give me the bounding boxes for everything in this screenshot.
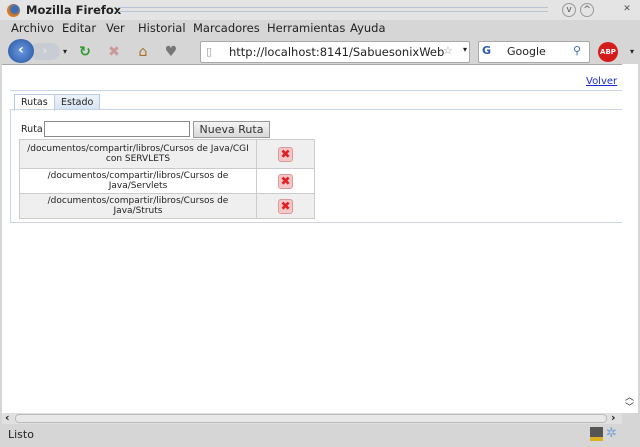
menu-historial[interactable]: Historial — [138, 21, 186, 35]
extension-icon[interactable]: ♥ — [163, 44, 179, 60]
table-row: /documentos/compartir/libros/Cursos de J… — [19, 168, 315, 194]
scroll-left-icon[interactable]: ‹ — [5, 411, 10, 424]
vertical-scrollbar[interactable]: ︿ ﹀ — [622, 64, 638, 413]
delete-icon[interactable]: ✖ — [278, 173, 293, 189]
scroll-right-icon[interactable]: › — [611, 411, 616, 424]
table-row: /documentos/compartir/libros/Cursos de J… — [19, 139, 315, 169]
stop-icon[interactable]: ✖ — [106, 44, 122, 60]
page-icon: ▯ — [206, 45, 213, 58]
ruta-path: /documentos/compartir/libros/Cursos de J… — [19, 168, 257, 194]
ruta-path: /documentos/compartir/libros/Cursos de J… — [19, 139, 257, 169]
back-button[interactable]: ‹ — [8, 39, 34, 63]
search-box[interactable]: G Google ⚲ — [478, 41, 590, 63]
menu-archivo[interactable]: Archivo — [11, 21, 54, 35]
search-input[interactable]: Google — [507, 45, 546, 58]
maximize-button[interactable]: ^ — [580, 3, 594, 17]
menu-marcadores[interactable]: Marcadores — [193, 21, 260, 35]
title-decoration — [118, 7, 548, 8]
menu-bar: Archivo Editar Ver Historial Marcadores … — [0, 20, 640, 36]
menu-editar[interactable]: Editar — [62, 21, 96, 35]
ruta-path: /documentos/compartir/libros/Cursos de J… — [19, 193, 257, 219]
menu-ver[interactable]: Ver — [106, 21, 125, 35]
url-dropdown-icon[interactable]: ▾ — [463, 45, 467, 54]
menu-herramientas[interactable]: Herramientas — [267, 21, 345, 35]
tab-divider — [10, 90, 628, 91]
delete-icon[interactable]: ✖ — [278, 146, 293, 162]
tab-estado[interactable]: Estado — [54, 94, 101, 110]
menu-ayuda[interactable]: Ayuda — [350, 21, 386, 35]
adblock-icon[interactable]: ABP — [598, 42, 618, 62]
adblock-dropdown-icon[interactable]: ▾ — [624, 44, 640, 60]
home-icon[interactable]: ⌂ — [135, 44, 151, 60]
horizontal-scrollbar[interactable]: ‹ › — [2, 411, 622, 424]
url-text[interactable]: http://localhost:8141/SabuesonixWeb/face… — [229, 45, 444, 59]
history-dropdown-icon[interactable]: ▾ — [57, 44, 73, 60]
reload-icon[interactable]: ↻ — [77, 44, 93, 60]
page-content: Volver Rutas Estado Ruta Nueva Ruta /doc… — [2, 64, 628, 413]
window-title: Mozilla Firefox — [26, 3, 122, 17]
navigation-toolbar: › ‹ ▾ ↻ ✖ ⌂ ♥ ▯ http://localhost:8141/Sa… — [0, 36, 640, 64]
table-row: /documentos/compartir/libros/Cursos de J… — [19, 193, 315, 219]
bookmark-star-icon[interactable]: ☆ — [443, 44, 453, 57]
url-bar[interactable]: ▯ http://localhost:8141/SabuesonixWeb/fa… — [200, 41, 470, 63]
delete-icon[interactable]: ✖ — [278, 198, 293, 214]
addon-status-icon[interactable] — [590, 427, 603, 441]
forward-button[interactable]: › — [30, 43, 60, 60]
scroll-thumb[interactable] — [15, 414, 607, 423]
minimize-button[interactable]: v — [562, 3, 576, 17]
rutas-table: /documentos/compartir/libros/Cursos de J… — [19, 139, 315, 219]
title-decoration — [118, 11, 548, 12]
volver-link[interactable]: Volver — [586, 76, 617, 87]
status-bar: Listo ✲ — [0, 424, 640, 447]
close-button[interactable]: ✕ — [620, 3, 634, 17]
ruta-input[interactable] — [44, 121, 190, 137]
sync-icon[interactable]: ✲ — [606, 426, 617, 441]
rutas-panel: Ruta Nueva Ruta /documentos/compartir/li… — [10, 109, 628, 223]
nueva-ruta-button[interactable]: Nueva Ruta — [193, 121, 270, 138]
firefox-icon — [7, 4, 20, 17]
search-icon[interactable]: ⚲ — [573, 44, 581, 57]
title-bar: Mozilla Firefox v ^ ✕ — [0, 0, 640, 20]
scroll-down-icon[interactable]: ﹀ — [625, 400, 634, 413]
google-icon[interactable]: G — [482, 44, 491, 57]
ruta-label: Ruta — [21, 124, 43, 135]
status-text: Listo — [8, 428, 34, 441]
